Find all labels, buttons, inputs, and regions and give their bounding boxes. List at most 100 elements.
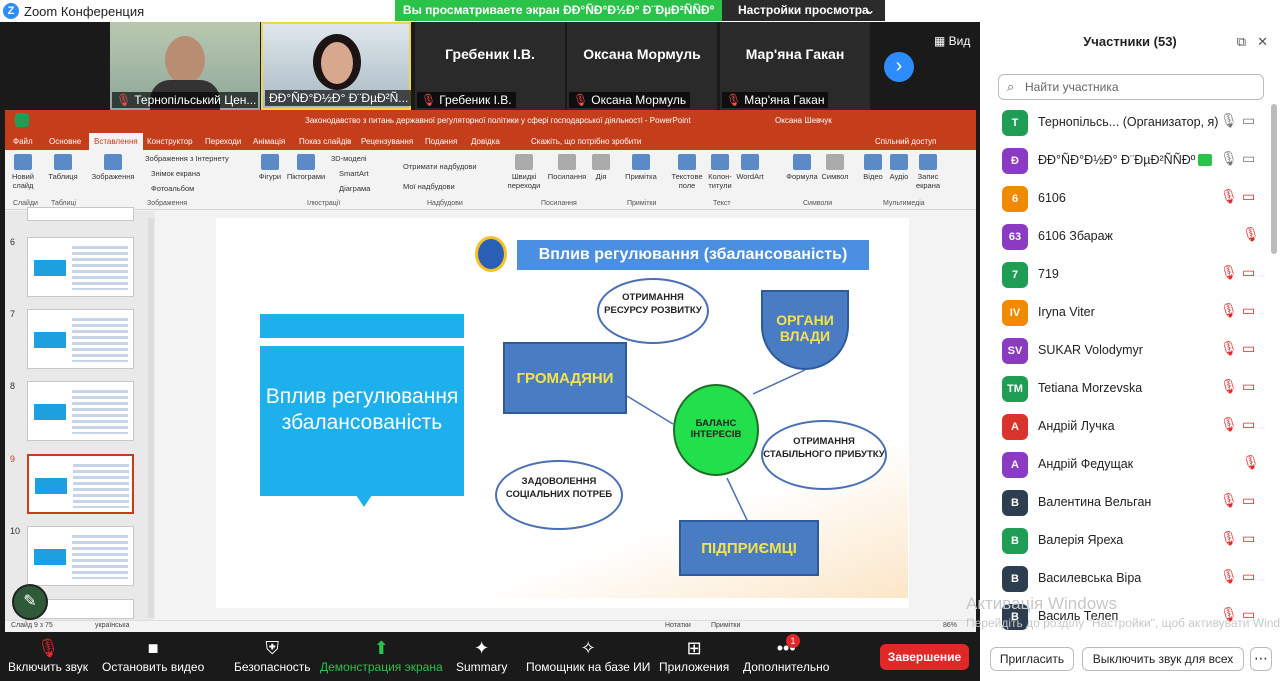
camera-off-icon[interactable]: ▭ [1242,568,1255,585]
participant-row[interactable]: А Андрій Федущак 🎙 [980,446,1270,484]
participant-row[interactable]: В Валентина Вельган 🎙 ▭ [980,484,1270,522]
my-addins-button[interactable]: Мої надбудови [403,182,455,191]
camera-off-icon[interactable]: ▭ [1242,188,1255,205]
mic-muted-icon[interactable]: 🎙 [1220,302,1238,319]
video-tile[interactable]: Оксана Мормуль 🎙 Оксана Мормуль [567,22,717,110]
participant-row[interactable]: IV Iryna Viter 🎙 ▭ [980,294,1270,332]
participants-scrollbar[interactable] [1271,104,1277,254]
slide-thumbnail[interactable] [27,309,134,369]
wordart-button[interactable]: WordArt [735,154,765,181]
tab-file[interactable]: Файл [13,137,33,146]
close-panel-icon[interactable]: ✕ [1257,22,1268,62]
tab-help[interactable]: Довідка [471,137,500,146]
tell-me-box[interactable]: Скажіть, що потрібно зробити [531,137,641,146]
camera-off-icon[interactable]: ▭ [1242,416,1255,433]
online-pictures-button[interactable]: Зображення з Інтернету [145,154,229,163]
get-addins-button[interactable]: Отримати надбудови [403,162,477,171]
tab-home[interactable]: Основне [49,137,81,146]
slide-thumbnail[interactable] [27,207,134,221]
participant-row[interactable]: 7 719 🎙 ▭ [980,256,1270,294]
mic-muted-icon[interactable]: 🎙 [1220,568,1238,585]
camera-off-icon[interactable]: ▭ [1242,302,1255,319]
tab-insert[interactable]: Вставлення [89,133,143,150]
video-tile[interactable]: 🎙 Тернопільський Цен... [110,22,260,110]
header-footer-button[interactable]: Колон-титули [705,154,735,190]
slide-thumbnail[interactable] [27,237,134,297]
comments-button[interactable]: Примітки [711,622,740,629]
camera-off-icon[interactable]: ▭ [1242,264,1255,281]
end-meeting-button[interactable]: Завершение [880,644,969,670]
next-page-button[interactable]: › [884,52,914,82]
slide-thumbnail[interactable] [27,526,134,586]
tab-slideshow[interactable]: Показ слайдів [299,137,351,146]
share-screen-button[interactable]: ⬆ Демонстрация экрана [320,636,443,674]
mute-all-button[interactable]: Выключить звук для всех [1082,647,1244,671]
tab-design[interactable]: Конструктор [147,137,193,146]
participant-row[interactable]: В Валерія Яреха 🎙 ▭ [980,522,1270,560]
symbol-button[interactable]: Символ [819,154,851,181]
3d-models-button[interactable]: 3D-моделі [331,154,367,163]
participant-row[interactable]: А Андрій Лучка 🎙 ▭ [980,408,1270,446]
participant-row[interactable]: В Василевська Віра 🎙 ▭ [980,560,1270,598]
invite-button[interactable]: Пригласить [990,647,1074,671]
participant-row[interactable]: TM Tetiana Morzevska 🎙 ▭ [980,370,1270,408]
mute-button[interactable]: 🎙 Включить звук [8,636,88,674]
comment-button[interactable]: Примітка [623,154,659,181]
ai-companion-button[interactable]: ✧ Помощник на базе ИИ [526,636,650,674]
screen-recording-button[interactable]: Запис екрана [913,154,943,190]
mic-muted-icon[interactable]: 🎙 [1220,340,1238,357]
mic-muted-icon[interactable]: 🎙 [1242,226,1260,243]
icons-button[interactable]: Піктограми [285,154,327,181]
share-button[interactable]: Спільний доступ [875,137,937,146]
summary-button[interactable]: ✦ Summary [456,636,507,674]
tab-view[interactable]: Подання [425,137,457,146]
mic-muted-icon[interactable]: 🎙 [1220,530,1238,547]
action-button[interactable]: Дія [589,154,613,181]
notes-button[interactable]: Нотатки [665,622,691,629]
table-button[interactable]: Таблиця [45,154,81,181]
camera-icon[interactable]: ▭ [1242,112,1255,129]
chart-button[interactable]: Діаграма [339,184,370,193]
camera-off-icon[interactable]: ▭ [1242,378,1255,395]
video-tile[interactable]: Мар'яна Гакан 🎙 Мар'яна Гакан [720,22,870,110]
slide-thumbnail-selected[interactable] [27,454,134,514]
popout-icon[interactable]: ⧉ [1237,22,1246,62]
textbox-button[interactable]: Текстове поле [669,154,705,190]
apps-button[interactable]: ⊞ Приложения [659,636,729,674]
smartart-button[interactable]: SmartArt [339,169,369,178]
participant-row[interactable]: 63 6106 Збараж 🎙 [980,218,1270,256]
more-options-button[interactable]: ⋯ [1250,647,1272,671]
equation-button[interactable]: Формула [785,154,819,181]
photo-album-button[interactable]: Фотоальбом [151,184,194,193]
zoom-button[interactable]: Швидкі переходи [505,154,543,190]
participant-row[interactable]: T Тернопільсь... (Организатор, я) 🎙 ▭ [980,104,1270,142]
mic-muted-icon[interactable]: 🎙 [1220,188,1238,205]
participant-row[interactable]: 6 6106 🎙 ▭ [980,180,1270,218]
shapes-button[interactable]: Фігури [255,154,285,181]
mic-muted-icon[interactable]: 🎙 [1220,492,1238,509]
participant-row[interactable]: SV SUKAR Volodymyr 🎙 ▭ [980,332,1270,370]
slide-thumbnail[interactable] [27,381,134,441]
mic-muted-icon[interactable]: 🎙 [1220,378,1238,395]
video-insert-button[interactable]: Відео [861,154,885,181]
view-options-button[interactable]: Настройки просмотра ⌄ [722,0,885,21]
search-participants-input[interactable]: ⌕ Найти участника [998,74,1264,100]
mic-muted-icon[interactable]: 🎙 [1220,264,1238,281]
security-button[interactable]: ⛨ Безопасность [234,636,311,674]
tab-review[interactable]: Рецензування [361,137,413,146]
camera-icon[interactable]: ▭ [1242,150,1255,167]
video-tile-active[interactable]: ÐÐ°ÑÐ°Ð½Ð° Ð¨ÐµÐ²Ñ... [261,22,411,110]
annotate-pen-button[interactable]: ✎ [12,584,48,620]
link-button[interactable]: Посилання [545,154,589,181]
mic-muted-icon[interactable]: 🎙 [1220,416,1238,433]
camera-off-icon[interactable]: ▭ [1242,530,1255,547]
thumbnail-scrollbar[interactable] [148,218,154,618]
audio-insert-button[interactable]: Аудіо [887,154,911,181]
pictures-button[interactable]: Зображення [87,154,139,181]
screenshot-button[interactable]: Знімок екрана [151,169,200,178]
camera-off-icon[interactable]: ▭ [1242,492,1255,509]
new-slide-button[interactable]: Новий слайд [9,154,37,190]
mic-muted-icon[interactable]: 🎙 [1242,454,1260,471]
mic-icon[interactable]: 🎙 [1220,112,1238,129]
mic-icon[interactable]: 🎙 [1220,150,1238,167]
